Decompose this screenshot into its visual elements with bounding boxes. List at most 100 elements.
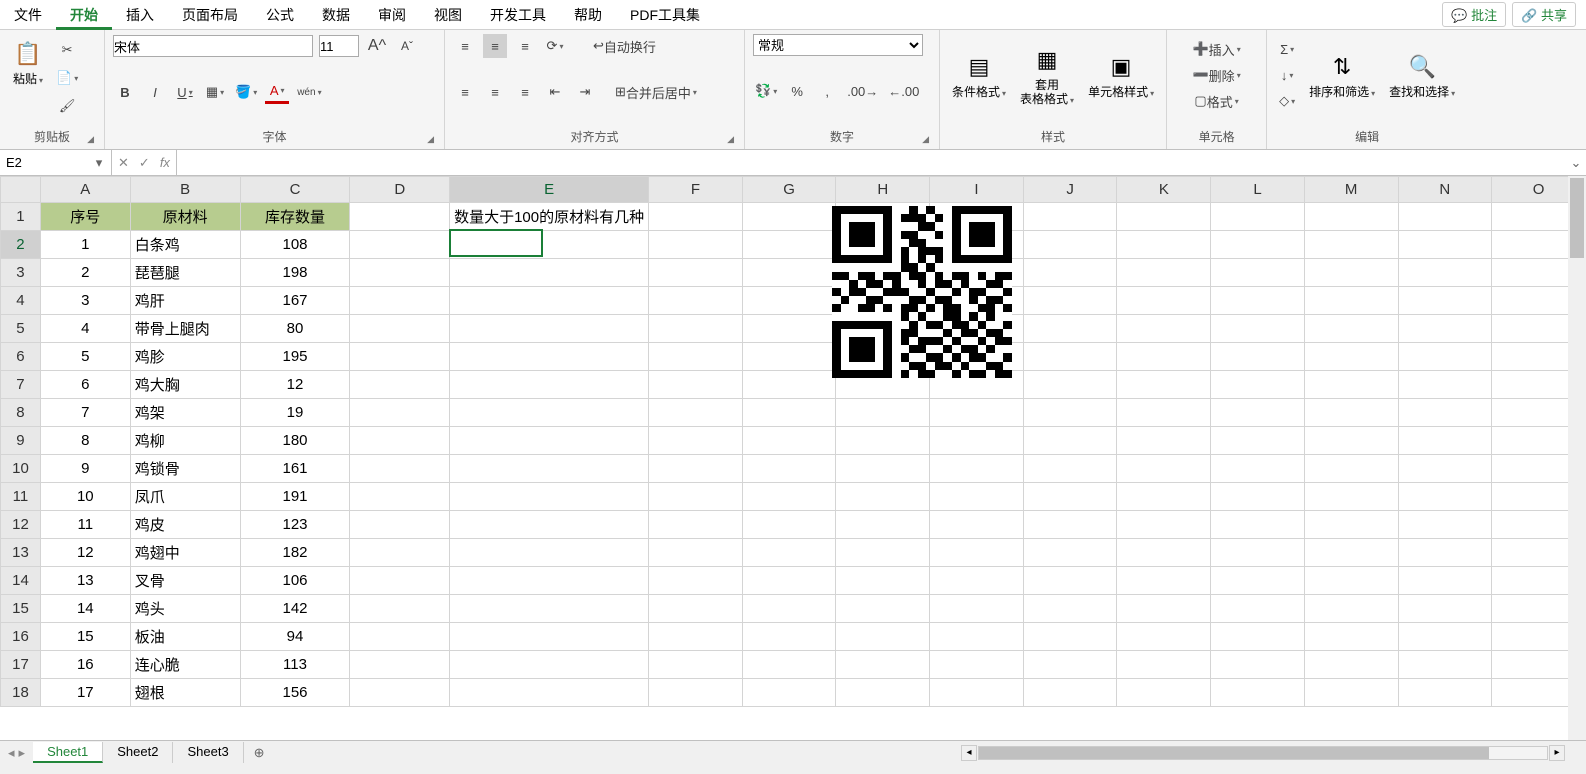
cell-B17[interactable]: 连心脆 xyxy=(130,651,240,679)
row-head-14[interactable]: 14 xyxy=(1,567,41,595)
cell-E8[interactable] xyxy=(450,399,649,427)
row-head-6[interactable]: 6 xyxy=(1,343,41,371)
cell-D11[interactable] xyxy=(350,483,450,511)
menu-页面布局[interactable]: 页面布局 xyxy=(168,0,252,30)
row-head-2[interactable]: 2 xyxy=(1,231,41,259)
cell-F8[interactable] xyxy=(649,399,743,427)
cell-I16[interactable] xyxy=(930,623,1024,651)
alignment-dialog-launcher[interactable]: ◢ xyxy=(727,134,734,145)
cell-M2[interactable] xyxy=(1304,231,1398,259)
decrease-indent-button[interactable]: ⇤ xyxy=(543,80,567,104)
cell-B13[interactable]: 鸡翅中 xyxy=(130,539,240,567)
cell-N13[interactable] xyxy=(1398,539,1492,567)
cell-E17[interactable] xyxy=(450,651,649,679)
cell-K3[interactable] xyxy=(1117,259,1211,287)
sheet-tab-Sheet2[interactable]: Sheet2 xyxy=(103,742,173,763)
cell-B5[interactable]: 带骨上腿肉 xyxy=(130,315,240,343)
cell-M11[interactable] xyxy=(1304,483,1398,511)
align-right-button[interactable]: ≡ xyxy=(513,80,537,104)
cell-K6[interactable] xyxy=(1117,343,1211,371)
percent-format-button[interactable]: % xyxy=(785,79,809,103)
cell-C10[interactable]: 161 xyxy=(240,455,350,483)
cell-L1[interactable] xyxy=(1211,203,1305,231)
cell-B15[interactable]: 鸡头 xyxy=(130,595,240,623)
cell-C1[interactable]: 库存数量 xyxy=(240,203,350,231)
cell-D17[interactable] xyxy=(350,651,450,679)
col-head-D[interactable]: D xyxy=(350,177,450,203)
cell-E5[interactable] xyxy=(450,315,649,343)
cell-styles-button[interactable]: ▣ 单元格样式 xyxy=(1084,47,1158,103)
font-dialog-launcher[interactable]: ◢ xyxy=(427,134,434,145)
cell-I12[interactable] xyxy=(930,511,1024,539)
cell-K9[interactable] xyxy=(1117,427,1211,455)
border-button[interactable]: ▦ xyxy=(203,80,227,104)
horizontal-scrollbar[interactable] xyxy=(978,746,1548,760)
cell-L16[interactable] xyxy=(1211,623,1305,651)
cell-M4[interactable] xyxy=(1304,287,1398,315)
number-dialog-launcher[interactable]: ◢ xyxy=(922,134,929,145)
cell-J7[interactable] xyxy=(1023,371,1117,399)
cell-D12[interactable] xyxy=(350,511,450,539)
cell-H14[interactable] xyxy=(836,567,930,595)
cell-D18[interactable] xyxy=(350,679,450,707)
cell-D9[interactable] xyxy=(350,427,450,455)
cell-A18[interactable]: 17 xyxy=(40,679,130,707)
cell-L11[interactable] xyxy=(1211,483,1305,511)
cell-N9[interactable] xyxy=(1398,427,1492,455)
clipboard-dialog-launcher[interactable]: ◢ xyxy=(87,134,94,145)
cell-E3[interactable] xyxy=(450,259,649,287)
cell-K10[interactable] xyxy=(1117,455,1211,483)
cell-M15[interactable] xyxy=(1304,595,1398,623)
col-head-C[interactable]: C xyxy=(240,177,350,203)
cell-A13[interactable]: 12 xyxy=(40,539,130,567)
cell-M16[interactable] xyxy=(1304,623,1398,651)
cell-N10[interactable] xyxy=(1398,455,1492,483)
cell-M6[interactable] xyxy=(1304,343,1398,371)
cell-E2[interactable] xyxy=(450,231,649,259)
cell-F2[interactable] xyxy=(649,231,743,259)
cell-J4[interactable] xyxy=(1023,287,1117,315)
cell-D6[interactable] xyxy=(350,343,450,371)
cell-C3[interactable]: 198 xyxy=(240,259,350,287)
row-head-16[interactable]: 16 xyxy=(1,623,41,651)
bold-button[interactable]: B xyxy=(113,80,137,104)
cell-N14[interactable] xyxy=(1398,567,1492,595)
row-head-8[interactable]: 8 xyxy=(1,399,41,427)
menu-插入[interactable]: 插入 xyxy=(112,0,168,30)
increase-font-button[interactable]: A^ xyxy=(365,34,389,58)
cell-K4[interactable] xyxy=(1117,287,1211,315)
tab-nav-last[interactable]: ▸ xyxy=(19,745,26,761)
cell-F12[interactable] xyxy=(649,511,743,539)
cell-D13[interactable] xyxy=(350,539,450,567)
cell-E16[interactable] xyxy=(450,623,649,651)
align-bottom-button[interactable]: ≡ xyxy=(513,34,537,58)
col-head-F[interactable]: F xyxy=(649,177,743,203)
qr-code-image[interactable] xyxy=(832,206,1012,378)
cell-K1[interactable] xyxy=(1117,203,1211,231)
cell-D4[interactable] xyxy=(350,287,450,315)
cell-A14[interactable]: 13 xyxy=(40,567,130,595)
cell-B3[interactable]: 琵琶腿 xyxy=(130,259,240,287)
cell-M18[interactable] xyxy=(1304,679,1398,707)
format-cells-button[interactable]: ▢ 格式 xyxy=(1175,89,1258,113)
cell-L6[interactable] xyxy=(1211,343,1305,371)
italic-button[interactable]: I xyxy=(143,80,167,104)
col-head-H[interactable]: H xyxy=(836,177,930,203)
cell-I17[interactable] xyxy=(930,651,1024,679)
cell-M3[interactable] xyxy=(1304,259,1398,287)
cell-J10[interactable] xyxy=(1023,455,1117,483)
increase-indent-button[interactable]: ⇥ xyxy=(573,80,597,104)
cell-F11[interactable] xyxy=(649,483,743,511)
cell-L10[interactable] xyxy=(1211,455,1305,483)
sheet-tab-Sheet3[interactable]: Sheet3 xyxy=(173,742,243,763)
cell-D3[interactable] xyxy=(350,259,450,287)
col-head-E[interactable]: E xyxy=(450,177,649,203)
cell-H10[interactable] xyxy=(836,455,930,483)
cell-G9[interactable] xyxy=(742,427,836,455)
cell-I18[interactable] xyxy=(930,679,1024,707)
share-button[interactable]: 🔗 共享 xyxy=(1512,2,1576,27)
decrease-font-button[interactable]: Aˇ xyxy=(395,34,419,58)
cell-F14[interactable] xyxy=(649,567,743,595)
align-center-button[interactable]: ≡ xyxy=(483,80,507,104)
cell-N17[interactable] xyxy=(1398,651,1492,679)
